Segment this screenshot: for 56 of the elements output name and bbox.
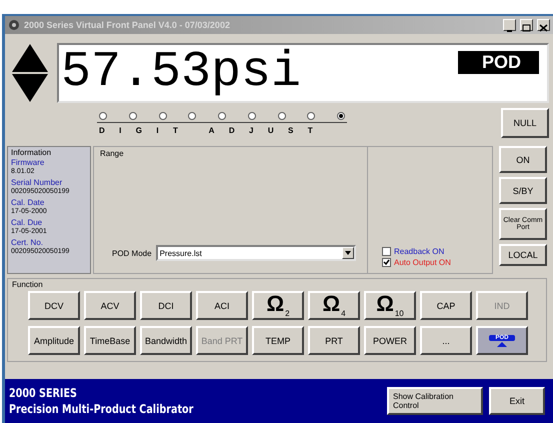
side-button[interactable]: LOCAL <box>499 244 547 266</box>
minimize-button[interactable] <box>503 19 516 31</box>
exit-button[interactable]: Exit <box>489 387 545 415</box>
info-label: Cal. Due <box>11 218 44 227</box>
checkbox[interactable] <box>382 247 391 256</box>
dropdown-arrow-icon[interactable] <box>344 251 351 255</box>
function-button[interactable]: POWER <box>364 326 416 355</box>
function-button[interactable]: TimeBase <box>84 326 136 355</box>
product-title: Precision Multi-Product Calibrator <box>9 402 194 416</box>
info-label: Serial Number <box>11 178 64 187</box>
digit-radio[interactable] <box>158 112 166 120</box>
window-title: 2000 Series Virtual Front Panel V4.0 - 07/03/2002 <box>24 20 231 30</box>
triangle-icon <box>496 342 507 346</box>
option-label: Readback ON <box>394 247 444 256</box>
side-button[interactable]: S/BY <box>499 177 547 204</box>
ohm-button[interactable]: Ω$_{4}$ <box>308 291 360 320</box>
app-icon <box>8 19 20 31</box>
digit-radio[interactable] <box>278 112 286 120</box>
checkbox[interactable] <box>382 258 391 267</box>
digit-radio[interactable] <box>188 112 196 120</box>
digit-radio[interactable] <box>248 112 256 120</box>
function-title: Function <box>12 280 44 289</box>
info-label: Cert. No. <box>11 238 44 247</box>
function-button[interactable]: DCV <box>28 291 80 320</box>
pod-mode-label: POD Mode <box>112 248 152 258</box>
digit-radio[interactable] <box>337 112 345 120</box>
side-button[interactable]: ON <box>499 146 547 173</box>
function-button[interactable]: TEMP <box>252 326 304 355</box>
digit-radio[interactable] <box>99 112 107 120</box>
info-label: Firmware <box>11 158 46 167</box>
mode-badge: POD <box>458 51 539 74</box>
digit-adjust-label: DIGIT ADJUST <box>98 126 328 134</box>
reading-value: 57.53psi <box>61 48 302 98</box>
range-title: Range <box>100 149 125 158</box>
option-label: Auto Output ON <box>394 258 451 267</box>
function-button[interactable]: ... <box>420 326 472 355</box>
function-button[interactable]: ACI <box>196 291 248 320</box>
information-title: Information <box>11 148 52 157</box>
digit-radio[interactable] <box>218 112 226 120</box>
function-button[interactable]: Amplitude <box>28 326 80 355</box>
show-calibration-button[interactable]: Show Calibration Control <box>387 387 483 415</box>
function-button[interactable]: PRT <box>308 326 360 355</box>
digit-radio[interactable] <box>307 112 316 120</box>
close-button[interactable] <box>537 19 550 31</box>
ohm-button[interactable]: Ω$_{10}$ <box>364 291 416 320</box>
series-title: 2000 SERIES <box>9 386 78 400</box>
ohm-button[interactable]: Ω$_{2}$ <box>252 291 304 320</box>
function-button[interactable]: Bandwidth <box>140 326 192 355</box>
null-button[interactable]: NULL <box>501 108 549 138</box>
function-button[interactable]: CAP <box>420 291 472 320</box>
maximize-button[interactable] <box>520 19 533 31</box>
function-button[interactable]: ACV <box>84 291 136 320</box>
digit-radio[interactable] <box>128 112 137 120</box>
pod-mode-dropdown[interactable]: Pressure.lst <box>156 245 356 261</box>
function-button[interactable]: DCI <box>140 291 192 320</box>
info-label: Cal. Date <box>11 198 46 207</box>
